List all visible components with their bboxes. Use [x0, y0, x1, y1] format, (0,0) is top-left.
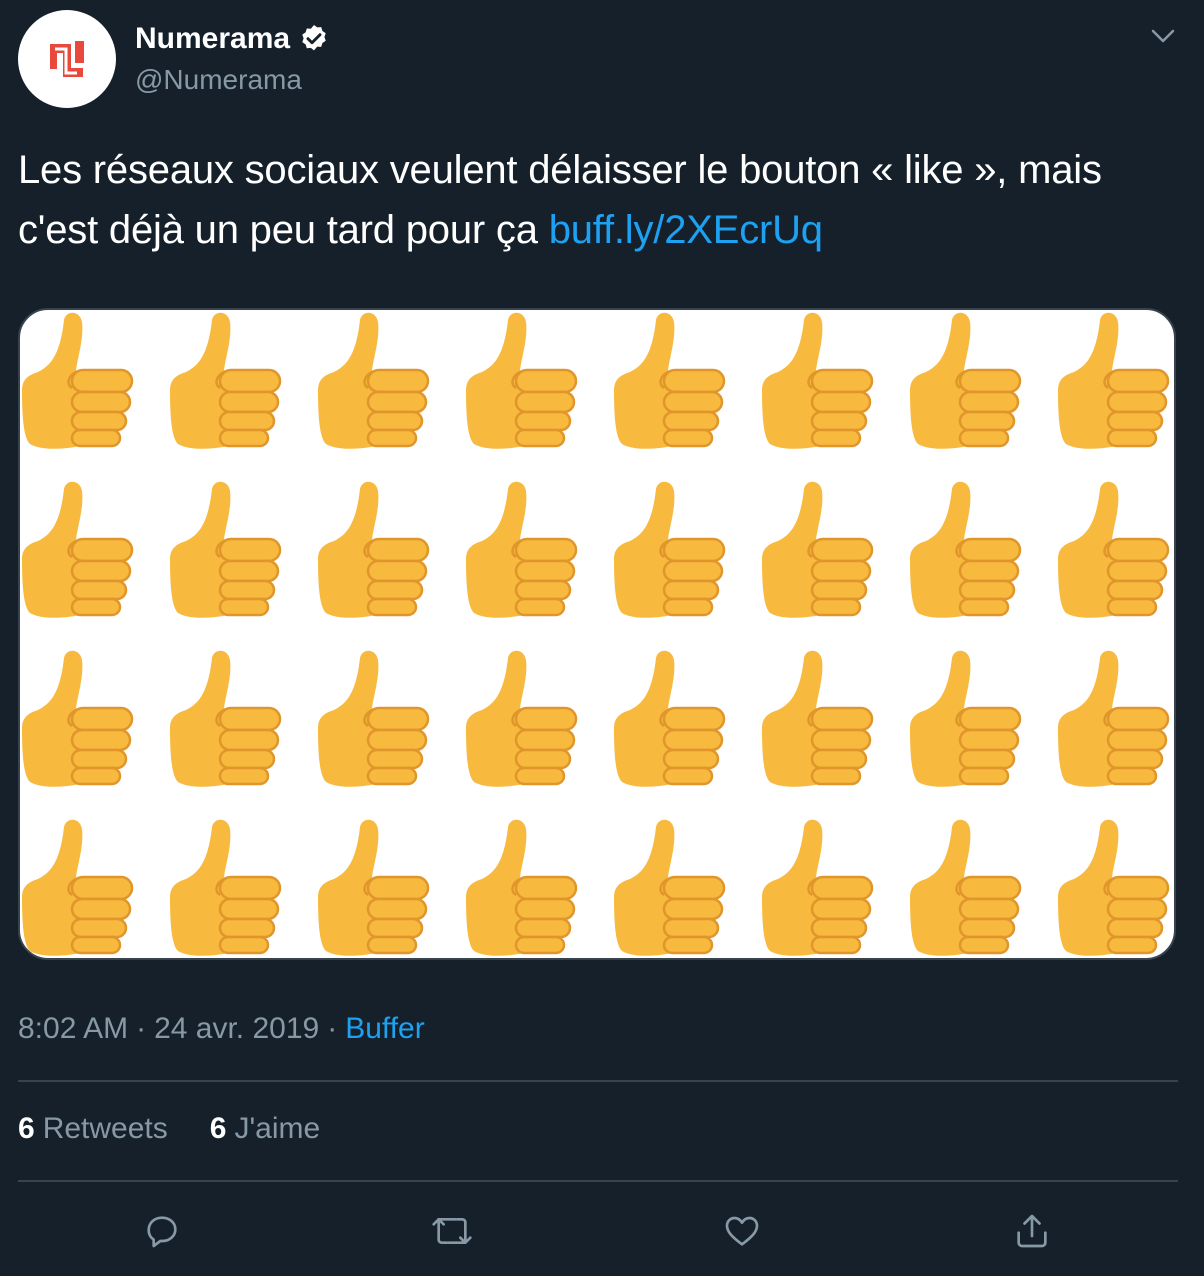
thumbs-up-emoji	[908, 818, 1022, 958]
thumbs-up-emoji	[1056, 480, 1170, 620]
retweets-label: Retweets	[42, 1112, 168, 1145]
thumbs-up-emoji	[464, 649, 578, 789]
thumbs-up-emoji	[612, 311, 726, 451]
tweet-link[interactable]: buff.ly/2XEcrUq	[549, 208, 823, 252]
thumbs-up-emoji	[612, 480, 726, 620]
thumbs-up-emoji	[760, 649, 874, 789]
thumbs-up-emoji-grid	[20, 311, 1170, 958]
retweet-button[interactable]	[429, 1208, 475, 1254]
thumbs-up-emoji	[908, 311, 1022, 451]
tweet-meta: 8:02 AM · 24 avr. 2019 · Buffer	[18, 1012, 425, 1046]
numerama-logo-icon	[50, 41, 84, 77]
thumbs-up-emoji	[316, 818, 430, 958]
tweet-time[interactable]: 8:02 AM	[18, 1012, 128, 1046]
thumbs-up-emoji	[760, 311, 874, 451]
tweet-source-link[interactable]: Buffer	[345, 1012, 425, 1046]
thumbs-up-emoji	[168, 311, 282, 451]
tweet-media-image[interactable]	[18, 308, 1176, 960]
share-icon	[1017, 1214, 1047, 1248]
likes-count: 6	[209, 1112, 227, 1145]
avatar[interactable]	[18, 10, 116, 108]
author-handle[interactable]: @Numerama	[135, 64, 302, 96]
thumbs-up-emoji	[20, 818, 134, 958]
thumbs-up-emoji	[908, 480, 1022, 620]
share-button[interactable]	[1009, 1208, 1055, 1254]
tweet-actions	[0, 1208, 1204, 1254]
likes-label: J'aime	[234, 1112, 321, 1145]
reply-button[interactable]	[139, 1208, 185, 1254]
thumbs-up-emoji	[612, 649, 726, 789]
retweets-stat[interactable]: 6 Retweets	[18, 1112, 168, 1146]
retweet-icon	[432, 1218, 472, 1244]
thumbs-up-emoji	[1056, 818, 1170, 958]
tweet-options-chevron-down-icon[interactable]	[1148, 24, 1178, 48]
thumbs-up-emoji	[464, 818, 578, 958]
thumbs-up-emoji	[20, 649, 134, 789]
meta-separator: ·	[327, 1012, 338, 1045]
tweet-text: Les réseaux sociaux veulent délaisser le…	[18, 140, 1178, 260]
author-name-row[interactable]: Numerama	[135, 22, 330, 56]
thumbs-up-emoji	[316, 649, 430, 789]
thumbs-up-emoji	[168, 818, 282, 958]
like-icon	[725, 1216, 759, 1246]
retweets-count: 6	[18, 1112, 35, 1145]
thumbs-up-emoji	[1056, 649, 1170, 789]
verified-badge-icon	[302, 25, 326, 51]
thumbs-up-emoji	[316, 311, 430, 451]
divider	[18, 1180, 1178, 1182]
divider	[18, 1080, 1178, 1082]
thumbs-up-emoji	[760, 480, 874, 620]
thumbs-up-emoji	[20, 311, 134, 451]
thumbs-up-emoji	[1056, 311, 1170, 451]
meta-separator: ·	[136, 1012, 147, 1045]
thumbs-up-emoji	[612, 818, 726, 958]
thumbs-up-emoji	[316, 480, 430, 620]
reply-icon	[147, 1216, 177, 1248]
thumbs-up-emoji	[908, 649, 1022, 789]
like-button[interactable]	[719, 1208, 765, 1254]
thumbs-up-emoji	[168, 649, 282, 789]
author-name[interactable]: Numerama	[135, 22, 290, 56]
tweet-date[interactable]: 24 avr. 2019	[154, 1012, 319, 1046]
thumbs-up-emoji	[464, 480, 578, 620]
thumbs-up-emoji	[168, 480, 282, 620]
likes-stat[interactable]: 6 J'aime	[210, 1112, 320, 1146]
tweet-stats: 6 Retweets 6 J'aime	[18, 1112, 362, 1146]
thumbs-up-emoji	[464, 311, 578, 451]
thumbs-up-emoji	[20, 480, 134, 620]
thumbs-up-emoji	[760, 818, 874, 958]
